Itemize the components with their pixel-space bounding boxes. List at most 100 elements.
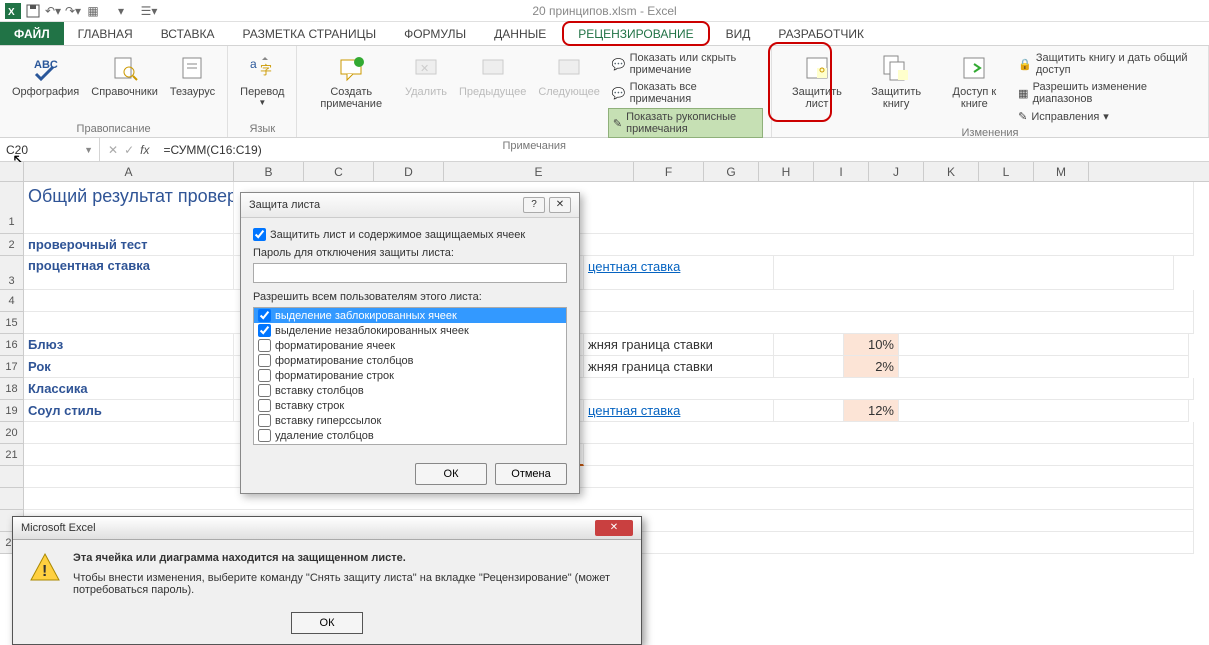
cell[interactable]: проверочный тест: [24, 234, 234, 256]
formula-input[interactable]: =СУММ(C16:C19): [157, 138, 1209, 161]
col-header[interactable]: F: [634, 162, 704, 181]
row-header[interactable]: 15: [0, 312, 24, 334]
share-workbook-button[interactable]: Доступ к книге: [939, 50, 1011, 112]
permission-item[interactable]: вставку столбцов: [254, 383, 566, 398]
fx-icon[interactable]: fx: [140, 143, 149, 157]
svg-text:!: !: [42, 563, 47, 580]
permission-item[interactable]: выделение заблокированных ячеек: [254, 308, 566, 323]
row-header[interactable]: 4: [0, 290, 24, 312]
col-header[interactable]: G: [704, 162, 759, 181]
msgbox-ok-button[interactable]: ОК: [291, 612, 363, 634]
column-headers: A B C D E F G H I J K L M: [0, 162, 1209, 182]
protect-share-button[interactable]: 🔒Защитить книгу и дать общий доступ: [1014, 50, 1200, 78]
dialog-close-button[interactable]: ✕: [549, 197, 571, 213]
permission-item[interactable]: выделение незаблокированных ячеек: [254, 323, 566, 338]
group-changes: Защитить лист Защитить книгу Доступ к кн…: [772, 46, 1209, 137]
permission-item[interactable]: удаление строк: [254, 443, 566, 445]
row-header[interactable]: 3: [0, 256, 24, 290]
svg-text:✕: ✕: [420, 63, 429, 75]
permission-item[interactable]: вставку строк: [254, 398, 566, 413]
protect-contents-checkbox[interactable]: Защитить лист и содержимое защищаемых яч…: [253, 228, 567, 241]
qat-more-icon[interactable]: ▾: [112, 2, 130, 20]
cell[interactable]: центная ставка: [584, 256, 774, 290]
cell[interactable]: процентная ставка: [24, 256, 234, 290]
col-header[interactable]: B: [234, 162, 304, 181]
tab-pagelayout[interactable]: РАЗМЕТКА СТРАНИЦЫ: [229, 22, 391, 45]
protect-workbook-button[interactable]: Защитить книгу: [858, 50, 935, 112]
ribbon-tabs: ФАЙЛ ГЛАВНАЯ ВСТАВКА РАЗМЕТКА СТРАНИЦЫ Ф…: [0, 22, 1209, 46]
tab-formulas[interactable]: ФОРМУЛЫ: [390, 22, 480, 45]
row-header[interactable]: 17: [0, 356, 24, 378]
new-icon[interactable]: ▦: [84, 2, 102, 20]
save-icon[interactable]: [24, 2, 42, 20]
group-comments: Создать примечание ✕Удалить Предыдущее С…: [297, 46, 772, 137]
row-header[interactable]: 2: [0, 234, 24, 256]
row-1: 1 Общий результат проверки: [0, 182, 1209, 234]
research-button[interactable]: Справочники: [87, 50, 162, 100]
permissions-list[interactable]: выделение заблокированных ячееквыделение…: [253, 307, 567, 445]
cancel-button[interactable]: Отмена: [495, 463, 567, 485]
row-4: 4: [0, 290, 1209, 312]
col-header[interactable]: I: [814, 162, 869, 181]
message-box: Microsoft Excel ✕ ! Эта ячейка или диагр…: [12, 516, 642, 645]
row-header[interactable]: 1: [0, 182, 24, 234]
msgbox-title: Microsoft Excel: [21, 522, 96, 534]
row-header[interactable]: [0, 488, 24, 510]
select-all-corner[interactable]: [0, 162, 24, 181]
row-header[interactable]: 16: [0, 334, 24, 356]
col-header[interactable]: C: [304, 162, 374, 181]
ok-button[interactable]: ОК: [415, 463, 487, 485]
name-box[interactable]: C20▼: [0, 138, 100, 161]
spelling-button[interactable]: ABCОрфография: [8, 50, 83, 100]
redo-icon[interactable]: ↷▾: [64, 2, 82, 20]
group-language: a字Перевод▼ Язык: [228, 46, 297, 137]
password-input[interactable]: [253, 263, 567, 283]
permission-item[interactable]: удаление столбцов: [254, 428, 566, 443]
tab-view[interactable]: ВИД: [712, 22, 765, 45]
tab-review[interactable]: РЕЦЕНЗИРОВАНИЕ: [562, 21, 709, 46]
cell[interactable]: Общий результат проверки: [24, 182, 234, 234]
col-header[interactable]: A: [24, 162, 234, 181]
row-header[interactable]: 18: [0, 378, 24, 400]
msgbox-close-button[interactable]: ✕: [595, 520, 633, 536]
dialog-help-button[interactable]: ?: [523, 197, 545, 213]
permission-item[interactable]: вставку гиперссылок: [254, 413, 566, 428]
tab-insert[interactable]: ВСТАВКА: [147, 22, 229, 45]
permission-item[interactable]: форматирование строк: [254, 368, 566, 383]
translate-button[interactable]: a字Перевод▼: [236, 50, 288, 109]
col-header[interactable]: J: [869, 162, 924, 181]
show-all-comments-button[interactable]: 💬Показать все примечания: [608, 79, 763, 107]
window-title: 20 принципов.xlsm - Excel: [532, 4, 676, 18]
show-ink-button[interactable]: ✎Показать рукописные примечания: [608, 108, 763, 138]
protect-sheet-button[interactable]: Защитить лист: [780, 50, 854, 112]
tab-data[interactable]: ДАННЫЕ: [480, 22, 560, 45]
fx-controls: ✕ ✓ fx: [100, 143, 157, 157]
row-15: 15: [0, 312, 1209, 334]
col-header[interactable]: K: [924, 162, 979, 181]
row-header[interactable]: 19: [0, 400, 24, 422]
row-header[interactable]: [0, 466, 24, 488]
allow-ranges-button[interactable]: ▦Разрешить изменение диапазонов: [1014, 79, 1200, 107]
new-comment-button[interactable]: Создать примечание: [305, 50, 397, 112]
enter-formula-icon[interactable]: ✓: [124, 143, 134, 157]
col-header[interactable]: D: [374, 162, 444, 181]
show-hide-comment-button[interactable]: 💬Показать или скрыть примечание: [608, 50, 763, 78]
tab-home[interactable]: ГЛАВНАЯ: [64, 22, 147, 45]
row-header[interactable]: 20: [0, 422, 24, 444]
tab-developer[interactable]: РАЗРАБОТЧИК: [764, 22, 878, 45]
cancel-formula-icon[interactable]: ✕: [108, 143, 118, 157]
col-header[interactable]: E: [444, 162, 634, 181]
track-changes-button[interactable]: ✎Исправления ▾: [1014, 108, 1200, 125]
permission-item[interactable]: форматирование столбцов: [254, 353, 566, 368]
touch-mode-icon[interactable]: ☰▾: [140, 2, 158, 20]
col-header[interactable]: M: [1034, 162, 1089, 181]
tab-file[interactable]: ФАЙЛ: [0, 22, 64, 45]
col-header[interactable]: H: [759, 162, 814, 181]
permission-item[interactable]: форматирование ячеек: [254, 338, 566, 353]
col-header[interactable]: L: [979, 162, 1034, 181]
thesaurus-button[interactable]: Тезаурус: [166, 50, 219, 100]
protect-sheet-dialog: Защита листа ? ✕ Защитить лист и содержи…: [240, 192, 580, 494]
row-header[interactable]: 21: [0, 444, 24, 466]
undo-icon[interactable]: ↶▾: [44, 2, 62, 20]
svg-text:ABC: ABC: [34, 59, 58, 71]
